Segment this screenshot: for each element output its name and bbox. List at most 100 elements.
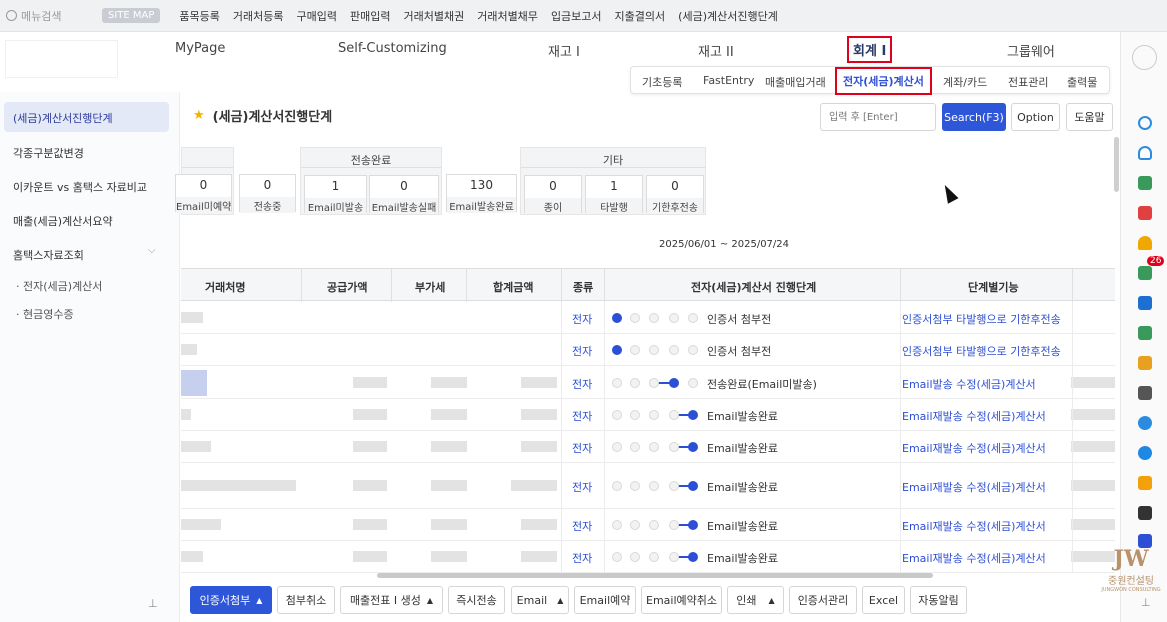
submenu-fastentry[interactable]: FastEntry — [703, 74, 754, 87]
monitor-icon[interactable] — [1138, 386, 1152, 400]
menu-inventory-2[interactable]: 재고 II — [698, 41, 734, 60]
create-sales-slip-button[interactable]: 매출전표 I 생성 ▲ — [340, 586, 443, 614]
submenu-printouts[interactable]: 출력물 — [1067, 74, 1097, 90]
column-header[interactable]: 합계금액 — [493, 279, 533, 295]
column-divider[interactable] — [1072, 269, 1073, 302]
summary-cell[interactable]: 0 Email미예약 — [175, 174, 232, 213]
caret-up-icon[interactable]: ▲ — [256, 596, 262, 605]
document-icon[interactable] — [1138, 206, 1152, 220]
sidebar-item-category-change[interactable]: 각종구분값변경 — [4, 137, 169, 167]
summary-cell[interactable]: 0 전송중 — [239, 174, 296, 213]
summary-cell[interactable]: 1 Email미발송 — [304, 175, 367, 214]
table-row[interactable]: 전자 인증서 첨부전 인증서첨부 타발행으로 기한후전송 — [181, 334, 1115, 366]
add-board-icon[interactable] — [1138, 176, 1152, 190]
note-icon[interactable] — [1138, 476, 1152, 490]
row-function-links[interactable]: Email재발송 수정(세금)계산서 — [902, 550, 1046, 566]
column-divider[interactable] — [561, 269, 562, 302]
summary-cell[interactable]: 130 Email발송완료 — [446, 174, 517, 213]
caret-up-icon[interactable]: ▲ — [427, 596, 433, 605]
sidebar-subitem-cash-receipt[interactable]: · 현금영수증 — [16, 306, 74, 322]
chat-icon[interactable] — [1138, 296, 1152, 310]
submenu-e-tax-invoice[interactable]: 전자(세금)계산서 — [835, 67, 932, 95]
send-now-button[interactable]: 즉시전송 — [448, 586, 505, 614]
send-icon[interactable] — [1138, 416, 1152, 430]
certificate-management-button[interactable]: 인증서관리 — [789, 586, 857, 614]
star-icon[interactable]: ★ — [193, 108, 205, 123]
clock-icon[interactable] — [1138, 446, 1152, 460]
help-button[interactable]: 도움말 — [1066, 103, 1113, 131]
message-icon[interactable] — [1138, 266, 1152, 280]
email-button[interactable]: Email ▲ — [511, 586, 569, 614]
submenu-account-card[interactable]: 계좌/카드 — [943, 74, 987, 90]
mail-icon[interactable] — [1138, 356, 1152, 370]
column-divider[interactable] — [391, 269, 392, 302]
row-function-links[interactable]: 인증서첨부 타발행으로 기한후전송 — [902, 311, 1061, 327]
column-divider[interactable] — [466, 269, 467, 302]
row-function-links[interactable]: 인증서첨부 타발행으로 기한후전송 — [902, 343, 1061, 359]
cancel-attach-button[interactable]: 첨부취소 — [277, 586, 335, 614]
sitemap-button[interactable]: SITE MAP — [102, 8, 161, 23]
quick-menu-item[interactable]: 거래처등록 — [233, 8, 284, 24]
sidebar-item-sales-summary[interactable]: 매출(세금)계산서요약 — [4, 205, 169, 235]
column-header[interactable]: 부가세 — [415, 279, 445, 295]
row-function-links[interactable]: Email재발송 수정(세금)계산서 — [902, 440, 1046, 456]
column-header[interactable]: 전자(세금)계산서 진행단계 — [691, 279, 816, 295]
table-row[interactable]: 전자 Email발송완료 Email재발송 수정(세금)계산서 — [181, 399, 1115, 431]
option-button[interactable]: Option — [1011, 103, 1060, 131]
column-divider[interactable] — [301, 269, 302, 302]
screen-icon[interactable] — [1138, 506, 1152, 520]
quick-menu-item[interactable]: 지출결의서 — [615, 8, 666, 24]
caret-up-icon[interactable]: ▲ — [557, 596, 563, 605]
search-button[interactable]: Search(F3) — [942, 103, 1006, 131]
table-row[interactable]: 전자 Email발송완료 Email재발송 수정(세금)계산서 — [181, 541, 1115, 573]
sidebar-item-invoice-progress[interactable]: (세금)계산서진행단계 — [4, 102, 169, 132]
email-reserve-cancel-button[interactable]: Email예약취소 — [641, 586, 722, 614]
menu-inventory-1[interactable]: 재고 I — [548, 41, 580, 60]
menu-self-customizing[interactable]: Self-Customizing — [338, 41, 447, 56]
table-row[interactable]: 전자 인증서 첨부전 인증서첨부 타발행으로 기한후전송 — [181, 302, 1115, 334]
table-row[interactable]: 전자 Email발송완료 Email재발송 수정(세금)계산서 — [181, 509, 1115, 541]
row-function-links[interactable]: Email재발송 수정(세금)계산서 — [902, 479, 1046, 495]
summary-cell[interactable]: 0 종이 — [524, 175, 582, 214]
submenu-slip-management[interactable]: 전표관리 — [1008, 74, 1048, 90]
row-function-links[interactable]: Email발송 수정(세금)계산서 — [902, 376, 1036, 392]
submenu-basic-register[interactable]: 기초등록 — [642, 74, 682, 90]
quick-menu-item[interactable]: 거래처별채권 — [403, 8, 464, 24]
company-logo[interactable] — [5, 40, 118, 78]
quick-menu-item[interactable]: 입금보고서 — [551, 8, 602, 24]
search-input[interactable] — [820, 103, 936, 131]
quick-menu-item[interactable]: 품목등록 — [179, 8, 219, 24]
quick-menu-item[interactable]: (세금)계산서진행단계 — [678, 8, 778, 24]
search-icon[interactable] — [1138, 116, 1152, 130]
print-button[interactable]: 인쇄 ▲ — [727, 586, 784, 614]
email-reserve-button[interactable]: Email예약 — [574, 586, 636, 614]
column-header[interactable]: 종류 — [573, 279, 593, 295]
mobile-icon[interactable] — [1138, 326, 1152, 340]
table-row[interactable]: 전자 Email발송완료 Email재발송 수정(세금)계산서 — [181, 431, 1115, 463]
table-row[interactable]: 전자 전송완료(Email미발송) Email발송 수정(세금)계산서 — [181, 366, 1115, 399]
user-avatar[interactable] — [1132, 45, 1157, 70]
menu-search[interactable]: 메뉴검색 — [6, 8, 96, 24]
row-function-links[interactable]: Email재발송 수정(세금)계산서 — [902, 408, 1046, 424]
summary-cell[interactable]: 1 타발행 — [585, 175, 643, 214]
excel-button[interactable]: Excel — [862, 586, 905, 614]
summary-cell[interactable]: 0 기한후전송 — [646, 175, 704, 214]
table-row[interactable]: 전자 Email발송완료 Email재발송 수정(세금)계산서 — [181, 463, 1115, 509]
column-header[interactable]: 거래처명 — [205, 279, 245, 295]
sidebar-subitem-e-invoice[interactable]: · 전자(세금)계산서 — [16, 278, 102, 294]
summary-cell[interactable]: 0 Email발송실패 — [369, 175, 439, 214]
menu-mypage[interactable]: MyPage — [175, 41, 225, 56]
headset-icon[interactable] — [1138, 146, 1152, 160]
sidebar-item-hometax-lookup[interactable]: 홈택스자료조회 ⌵ — [4, 239, 169, 269]
column-divider[interactable] — [604, 269, 605, 302]
auto-notification-button[interactable]: 자동알림 — [910, 586, 967, 614]
pin-icon[interactable]: ⊥ — [1141, 596, 1151, 609]
sidebar-item-hometax-compare[interactable]: 이카운트 vs 홈택스 자료비교 — [4, 171, 169, 201]
pin-icon[interactable]: ⊥ — [148, 597, 158, 610]
column-divider[interactable] — [900, 269, 901, 302]
attach-certificate-button[interactable]: 인증서첨부 ▲ — [190, 586, 272, 614]
horizontal-scrollbar[interactable] — [377, 573, 933, 578]
caret-up-icon[interactable]: ▲ — [769, 596, 775, 605]
submenu-sales-purchase[interactable]: 매출매입거래 — [765, 74, 826, 90]
row-function-links[interactable]: Email재발송 수정(세금)계산서 — [902, 518, 1046, 534]
